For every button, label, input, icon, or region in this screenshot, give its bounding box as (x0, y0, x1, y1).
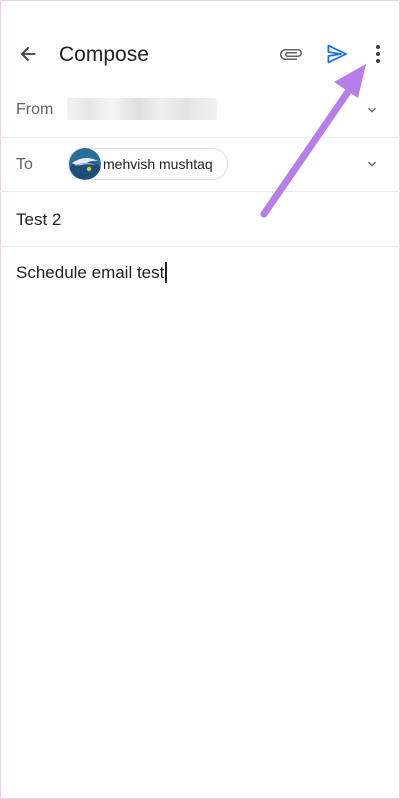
paperclip-icon (280, 49, 302, 60)
attach-button[interactable] (277, 40, 305, 68)
from-account-redacted[interactable] (67, 98, 217, 120)
page-title: Compose (59, 43, 149, 66)
message-body-field[interactable]: Schedule email test (16, 262, 168, 283)
chevron-down-icon (368, 107, 376, 113)
from-expand-button[interactable] (362, 100, 382, 120)
subject-field[interactable]: Test 2 (16, 210, 61, 230)
recipient-chip[interactable]: mehvish mushtaq (68, 148, 228, 180)
from-row: From (0, 84, 400, 138)
more-options-button[interactable] (366, 40, 390, 68)
back-button[interactable] (14, 40, 42, 68)
avatar (69, 148, 101, 180)
text-cursor (165, 262, 168, 283)
from-label: From (16, 101, 54, 118)
chevron-down-icon (368, 161, 376, 167)
arrow-left-icon (20, 46, 36, 62)
recipient-name: mehvish mushtaq (103, 156, 213, 172)
send-button[interactable] (323, 40, 351, 68)
more-vertical-icon (376, 45, 380, 63)
send-icon (327, 44, 347, 64)
to-row: To mehvish mushtaq (0, 137, 400, 192)
message-body-text: Schedule email test (16, 262, 165, 282)
to-label: To (16, 156, 33, 173)
to-expand-button[interactable] (362, 154, 382, 174)
subject-row[interactable]: Test 2 (0, 191, 400, 247)
